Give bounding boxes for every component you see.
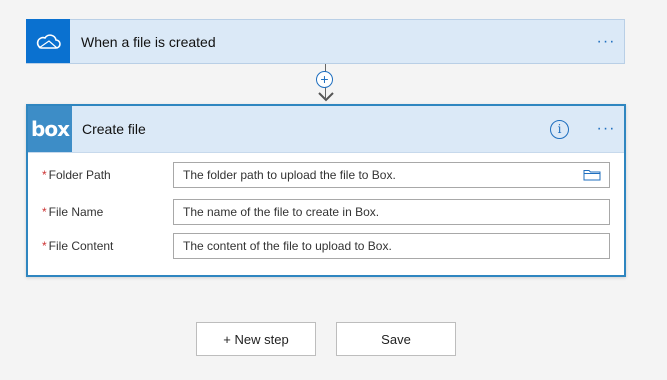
save-button[interactable]: Save [336, 322, 456, 356]
onedrive-cloud-icon [36, 34, 61, 49]
insert-step-button[interactable]: + [316, 71, 333, 88]
create-file-action-card[interactable]: box Create file i ··· * Folder Path The f… [26, 104, 626, 277]
folder-path-placeholder: The folder path to upload the file to Bo… [183, 168, 396, 182]
onedrive-logo [26, 19, 70, 63]
file-name-label: * File Name [42, 205, 104, 219]
required-marker: * [42, 205, 47, 219]
required-marker: * [42, 168, 47, 182]
box-logo: box [28, 106, 72, 152]
file-content-input[interactable]: The content of the file to upload to Box… [173, 233, 610, 259]
file-name-input[interactable]: The name of the file to create in Box. [173, 199, 610, 225]
file-content-row: * File Content The content of the file to… [42, 233, 610, 259]
file-name-row: * File Name The name of the file to creat… [42, 199, 610, 225]
file-content-placeholder: The content of the file to upload to Box… [183, 239, 392, 253]
file-name-placeholder: The name of the file to create in Box. [183, 205, 380, 219]
trigger-title: When a file is created [81, 33, 216, 50]
folder-path-row: * Folder Path The folder path to upload t… [42, 162, 610, 188]
arrow-down-icon [318, 92, 334, 102]
action-title: Create file [82, 121, 146, 137]
folder-path-input[interactable]: The folder path to upload the file to Bo… [173, 162, 610, 188]
folder-path-label: * Folder Path [42, 168, 111, 182]
new-step-button[interactable]: + New step [196, 322, 316, 356]
action-more-menu-button[interactable]: ··· [588, 120, 624, 138]
trigger-card[interactable]: When a file is created ··· [26, 19, 625, 64]
folder-picker-icon[interactable] [583, 169, 601, 181]
required-marker: * [42, 239, 47, 253]
info-icon[interactable]: i [550, 119, 569, 139]
box-logo-text: box [31, 117, 70, 141]
file-content-label: * File Content [42, 239, 114, 253]
action-header[interactable]: box Create file i ··· [28, 106, 624, 153]
trigger-more-menu-button[interactable]: ··· [588, 33, 624, 51]
